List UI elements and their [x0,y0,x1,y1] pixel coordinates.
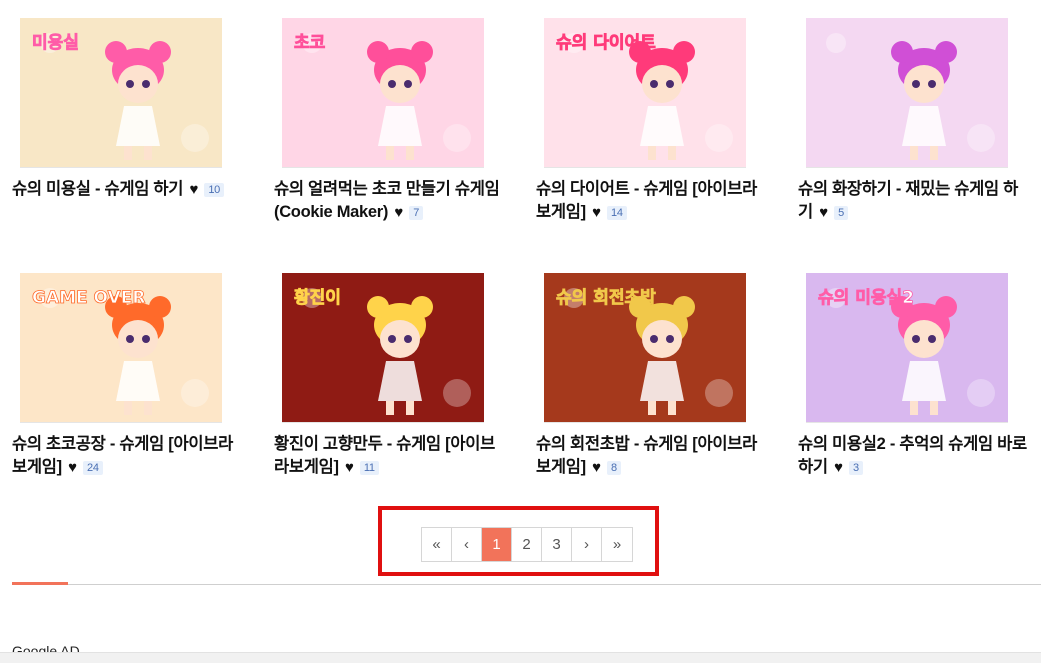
game-title-text: 슈의 얼려먹는 초코 만들기 슈게임 (Cookie Maker) [274,180,500,221]
first-page-button[interactable]: « [422,528,452,561]
heart-icon: ♥ [819,204,828,221]
section-divider-accent [12,582,68,585]
thumbnail-caption: 미용실 [32,33,79,53]
like-count-badge: 14 [607,206,627,220]
game-thumbnail[interactable]: GAME OVER [20,273,222,423]
next-page-button[interactable]: › [572,528,602,561]
heart-icon: ♥ [345,459,354,476]
game-title-link[interactable]: 슈의 다이어트 - 슈게임 [아이브라 보게임] ♥ 14 [536,178,768,224]
heart-icon: ♥ [394,204,403,221]
game-thumbnail[interactable]: 슈의 회전초밥 [544,273,746,423]
game-title-link[interactable]: 슈의 회전초밥 - 슈게임 [아이브라 보게임] ♥ 8 [536,433,768,479]
thumbnail-caption: 슈의 회전초밥 [556,288,656,308]
page-button-1[interactable]: 1 [482,528,512,561]
game-thumbnail[interactable]: 슈의 미용실2 [806,273,1008,423]
game-title-link[interactable]: 슈의 화장하기 - 재밌는 슈게임 하기 ♥ 5 [798,178,1030,224]
section-divider [12,584,1041,585]
like-count-badge: 24 [83,461,103,475]
page-button-2[interactable]: 2 [512,528,542,561]
like-count-badge: 7 [409,206,424,220]
last-page-button[interactable]: » [602,528,632,561]
prev-page-button[interactable]: ‹ [452,528,482,561]
game-title-link[interactable]: 슈의 미용실2 - 추억의 슈게임 바로하기 ♥ 3 [798,433,1030,479]
game-thumbnail[interactable] [806,18,1008,168]
footer-strip [0,652,1041,663]
game-thumbnail[interactable]: 황진이 [282,273,484,423]
like-count-badge: 11 [359,461,379,475]
heart-icon: ♥ [189,181,199,198]
game-thumbnail[interactable]: 슈의 다이어트 [544,18,746,168]
game-title-link[interactable]: 슈의 초코공장 - 슈게임 [아이브라 보게임] ♥ 24 [12,433,244,479]
game-thumbnail[interactable]: 미용실 [20,18,222,168]
game-title-text: 황진이 고향만두 - 슈게임 [아이브라보게임] [274,435,495,476]
heart-icon: ♥ [834,459,843,476]
pagination: « ‹ 1 2 3 › » [421,527,633,562]
page-button-3[interactable]: 3 [542,528,572,561]
heart-icon: ♥ [592,459,601,476]
game-title-text: 슈의 초코공장 - 슈게임 [아이브라 보게임] [12,435,233,476]
like-count-badge: 3 [848,461,863,475]
game-title-text: 슈의 다이어트 - 슈게임 [아이브라 보게임] [536,180,757,221]
game-thumbnail[interactable]: 초코 [282,18,484,168]
game-title-link[interactable]: 슈의 얼려먹는 초코 만들기 슈게임 (Cookie Maker) ♥ 7 [274,178,506,224]
game-title-link[interactable]: 슈의 미용실 - 슈게임 하기 ♥ 10 [12,178,244,201]
thumbnail-caption: 슈의 미용실2 [818,288,914,308]
game-title-text: 슈의 화장하기 - 재밌는 슈게임 하기 [798,180,1019,221]
thumbnail-caption: 슈의 다이어트 [556,33,656,53]
game-title-text: 슈의 회전초밥 - 슈게임 [아이브라 보게임] [536,435,757,476]
like-count-badge: 8 [607,461,621,475]
thumbnail-caption: 황진이 [294,288,341,308]
heart-icon: ♥ [592,204,601,221]
game-title-text: 슈의 미용실2 - 추억의 슈게임 바로하기 [798,435,1027,476]
like-count-badge: 5 [834,206,848,220]
game-title-link[interactable]: 황진이 고향만두 - 슈게임 [아이브라보게임] ♥ 11 [274,433,506,479]
thumbnail-caption: 초코 [294,33,326,53]
like-count-badge: 10 [204,183,224,197]
thumbnail-caption: GAME OVER [32,288,145,308]
heart-icon: ♥ [68,459,77,476]
game-title-text: 슈의 미용실 - 슈게임 하기 [12,180,184,198]
